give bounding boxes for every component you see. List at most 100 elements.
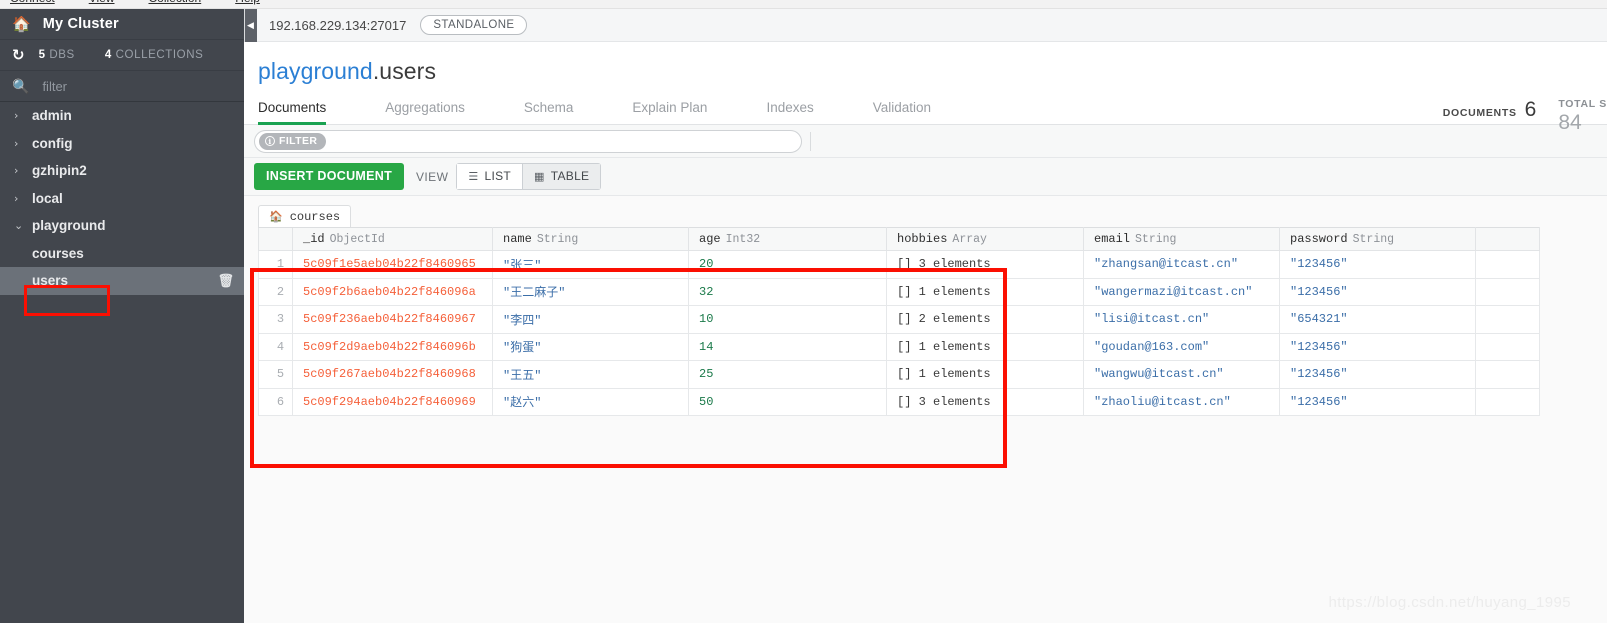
column-header-_id[interactable]: _id ObjectId (292, 227, 493, 251)
sidebar-collection-users[interactable]: users 🗑 (0, 267, 244, 295)
cell-password[interactable]: "123456" (1279, 360, 1476, 389)
sidebar-item-playground[interactable]: ⌄ playground (0, 212, 244, 240)
cell-email[interactable]: "zhangsan@itcast.cn" (1083, 250, 1280, 279)
cell-_id[interactable]: 5c09f294aeb04b22f8460969 (292, 387, 493, 416)
table-row[interactable]: 6 5c09f294aeb04b22f8460969 "赵六" 50 [] 3 … (258, 387, 1540, 416)
sidebar: 🏠 My Cluster ↻ 5 DBS 4 COLLECTIONS 🔍 › a… (0, 9, 244, 623)
cell-_id[interactable]: 5c09f2b6aeb04b22f846096a (292, 277, 493, 306)
collection-stats: DOCUMENTS 6 TOTAL S 84 (1417, 98, 1607, 135)
menu-item-view[interactable]: View (89, 0, 115, 4)
cell-hobbies[interactable]: [] 1 elements (886, 360, 1084, 389)
cell-_id[interactable]: 5c09f236aeb04b22f8460967 (292, 305, 493, 334)
sidebar-filter-input[interactable] (42, 78, 213, 94)
row-index: 3 (258, 305, 293, 334)
column-header-age[interactable]: age Int32 (688, 227, 887, 251)
table-row[interactable]: 3 5c09f236aeb04b22f8460967 "李四" 10 [] 2 … (258, 305, 1540, 334)
column-header-password[interactable]: password String (1279, 227, 1476, 251)
column-header-hobbies[interactable]: hobbies Array (886, 227, 1084, 251)
sidebar-item-admin[interactable]: › admin (0, 102, 244, 130)
cell-age[interactable]: 32 (688, 277, 887, 306)
cell-email[interactable]: "zhaoliu@itcast.cn" (1083, 387, 1280, 416)
cell-spacer (1475, 360, 1540, 389)
menu-item-collection[interactable]: Collection (149, 0, 202, 4)
cell-hobbies[interactable]: [] 2 elements (886, 305, 1084, 334)
filter-chip-label: FILTER (279, 134, 318, 147)
trash-icon[interactable]: 🗑 (217, 273, 234, 289)
sidebar-cluster-header[interactable]: 🏠 My Cluster (0, 9, 244, 40)
list-icon: ☰ (468, 169, 479, 183)
documents-table-region: 🏠 courses _id ObjectId name String age I… (244, 196, 1607, 623)
page-title-collection: .users (372, 58, 437, 84)
breadcrumb[interactable]: 🏠 courses (258, 205, 352, 227)
cell-password[interactable]: "123456" (1279, 250, 1476, 279)
column-type: Array (952, 233, 987, 246)
cell-email[interactable]: "goudan@163.com" (1083, 332, 1280, 361)
chevron-right-icon: › (14, 191, 19, 205)
documents-stat: DOCUMENTS 6 (1443, 98, 1537, 122)
sidebar-collection-courses[interactable]: courses (0, 240, 244, 268)
cell-hobbies[interactable]: [] 3 elements (886, 387, 1084, 416)
documents-toolbar: INSERT DOCUMENT VIEW ☰ LIST ▦ TABLE (244, 158, 1607, 196)
insert-document-button[interactable]: INSERT DOCUMENT (254, 163, 405, 190)
cell-hobbies[interactable]: [] 3 elements (886, 250, 1084, 279)
tab-explain-plan[interactable]: Explain Plan (632, 100, 707, 125)
table-row[interactable]: 1 5c09f1e5aeb04b22f8460965 "张三" 20 [] 3 … (258, 250, 1540, 279)
tab-aggregations[interactable]: Aggregations (385, 100, 465, 125)
menu-item-help[interactable]: Help (235, 0, 260, 4)
table-row[interactable]: 4 5c09f2d9aeb04b22f846096b "狗蛋" 14 [] 1 … (258, 332, 1540, 361)
view-list-button[interactable]: ☰ LIST (456, 163, 524, 190)
sidebar-item-gzhipin2[interactable]: › gzhipin2 (0, 157, 244, 185)
cell-name[interactable]: "赵六" (492, 387, 689, 416)
filter-input-wrapper[interactable]: i FILTER (254, 129, 802, 153)
cell-_id[interactable]: 5c09f267aeb04b22f8460968 (292, 360, 493, 389)
sidebar-filter-row: 🔍 (0, 71, 244, 102)
view-label: VIEW (416, 169, 449, 184)
cell-age[interactable]: 50 (688, 387, 887, 416)
cell-spacer (1475, 387, 1540, 416)
cell-name[interactable]: "王二麻子" (492, 277, 689, 306)
menu-item-connect[interactable]: Connect (10, 0, 55, 4)
cell-hobbies[interactable]: [] 1 elements (886, 332, 1084, 361)
view-list-label: LIST (484, 169, 512, 183)
tab-documents[interactable]: Documents (258, 100, 327, 125)
sidebar-item-local[interactable]: › local (0, 185, 244, 213)
cell-age[interactable]: 10 (688, 305, 887, 334)
tab-validation[interactable]: Validation (873, 100, 931, 125)
cell-name[interactable]: "王五" (492, 360, 689, 389)
cell-name[interactable]: "张三" (492, 250, 689, 279)
cell-name[interactable]: "狗蛋" (492, 332, 689, 361)
view-table-button[interactable]: ▦ TABLE (522, 163, 602, 190)
cell-_id[interactable]: 5c09f2d9aeb04b22f846096b (292, 332, 493, 361)
cell-spacer (1475, 277, 1540, 306)
table-row[interactable]: 2 5c09f2b6aeb04b22f846096a "王二麻子" 32 [] … (258, 277, 1540, 306)
cell-age[interactable]: 25 (688, 360, 887, 389)
column-header-name[interactable]: name String (492, 227, 689, 251)
table-row[interactable]: 5 5c09f267aeb04b22f8460968 "王五" 25 [] 1 … (258, 360, 1540, 389)
column-type: ObjectId (329, 233, 385, 246)
column-header-email[interactable]: email String (1083, 227, 1280, 251)
tab-schema[interactable]: Schema (524, 100, 574, 125)
sidebar-item-label: gzhipin2 (32, 163, 87, 179)
column-header-spacer (1475, 227, 1540, 251)
sidebar-collection-label: courses (32, 245, 84, 261)
refresh-icon[interactable]: ↻ (12, 46, 25, 64)
cell-age[interactable]: 20 (688, 250, 887, 279)
collapse-left-icon[interactable]: ◀ (244, 8, 257, 42)
cell-email[interactable]: "wangermazi@itcast.cn" (1083, 277, 1280, 306)
cell-name[interactable]: "李四" (492, 305, 689, 334)
cell-age[interactable]: 14 (688, 332, 887, 361)
cell-email[interactable]: "wangwu@itcast.cn" (1083, 360, 1280, 389)
cell-password[interactable]: "123456" (1279, 277, 1476, 306)
cell-email[interactable]: "lisi@itcast.cn" (1083, 305, 1280, 334)
cell-password[interactable]: "123456" (1279, 387, 1476, 416)
cell-password[interactable]: "654321" (1279, 305, 1476, 334)
main-panel: ◀ 192.168.229.134:27017 STANDALONE playg… (244, 8, 1607, 623)
cell-password[interactable]: "123456" (1279, 332, 1476, 361)
tab-indexes[interactable]: Indexes (766, 100, 813, 125)
row-index: 6 (258, 387, 293, 416)
filter-chip[interactable]: i FILTER (259, 132, 327, 150)
cell-hobbies[interactable]: [] 1 elements (886, 277, 1084, 306)
sidebar-item-config[interactable]: › config (0, 130, 244, 158)
cell-_id[interactable]: 5c09f1e5aeb04b22f8460965 (292, 250, 493, 279)
db-count-label: DBS (49, 49, 75, 61)
